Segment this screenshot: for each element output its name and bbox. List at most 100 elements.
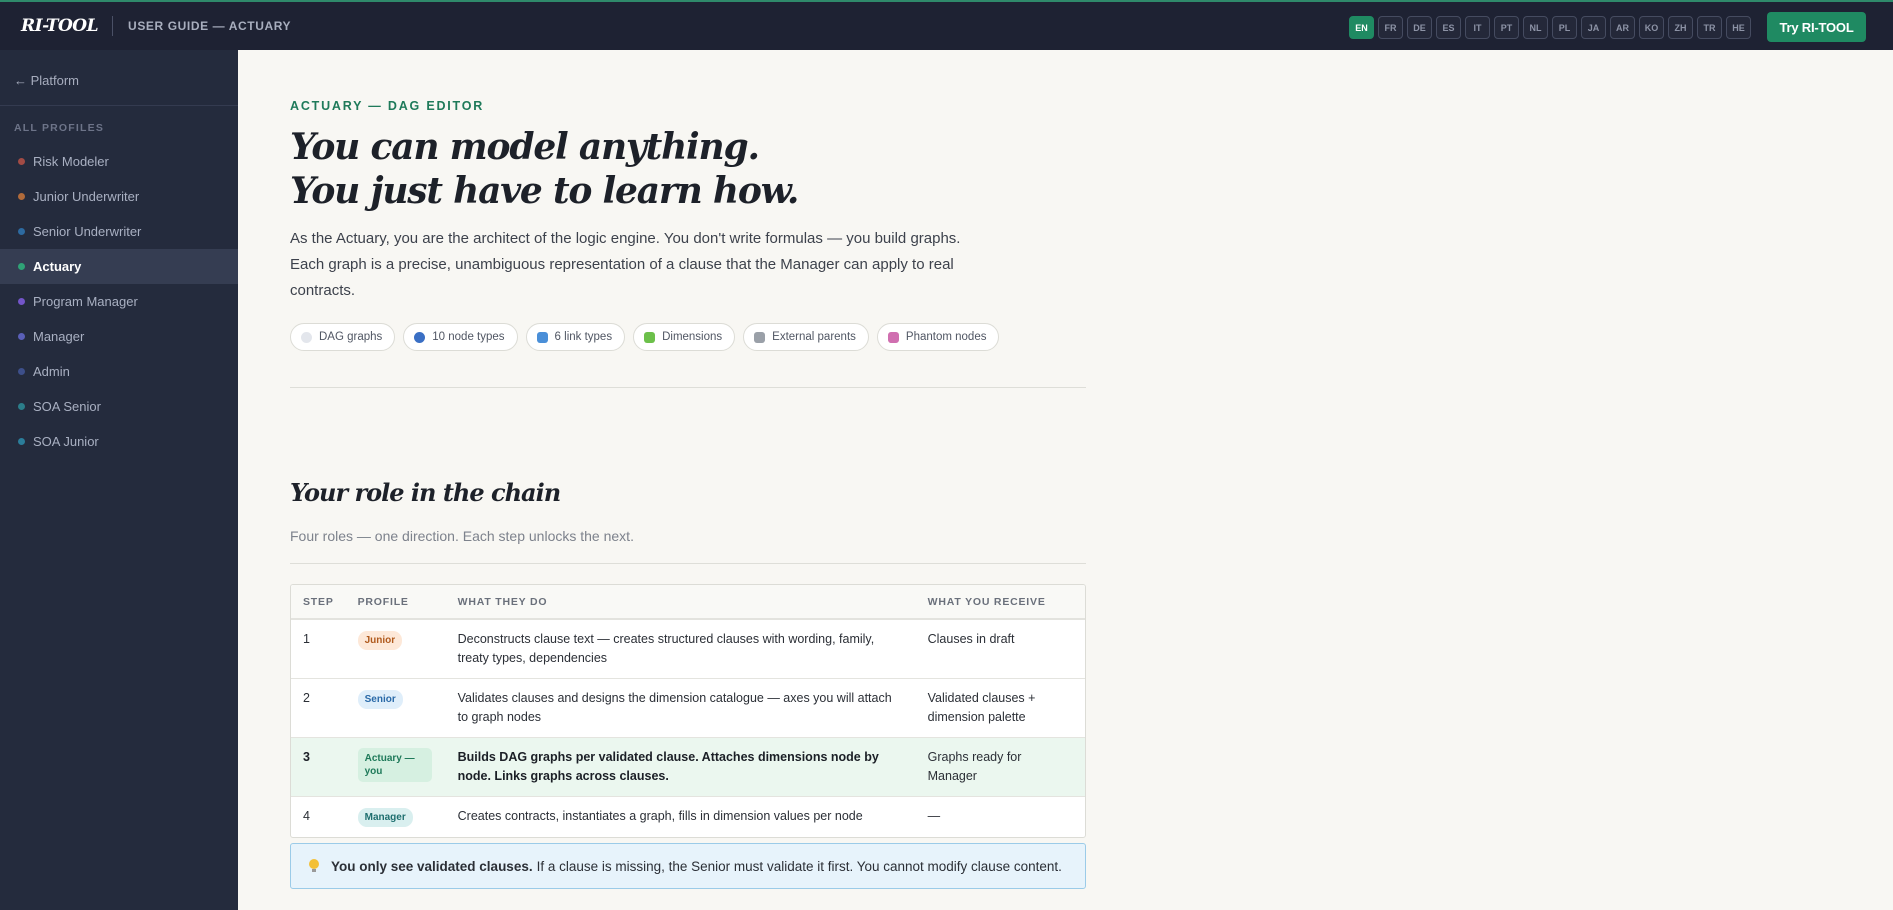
language-button-tr[interactable]: TR — [1697, 16, 1722, 39]
callout-text: If a clause is missing, the Senior must … — [536, 858, 1062, 874]
table-row: 3 Actuary — you Builds DAG graphs per vali… — [291, 737, 1085, 797]
profile-dot-icon — [18, 228, 25, 235]
sidebar-item-label: Program Manager — [33, 294, 138, 309]
language-button-he[interactable]: HE — [1726, 16, 1751, 39]
headline-line-1: You can model anything. — [290, 126, 760, 168]
lightbulb-icon — [309, 859, 319, 873]
column-header: STEP — [291, 585, 346, 620]
chip-label: External parents — [772, 331, 856, 343]
role-chain-table: STEP PROFILE WHAT THEY DO WHAT YOU RECEIVE … — [290, 584, 1086, 838]
chip-phantom-nodes[interactable]: Phantom nodes — [876, 323, 1000, 351]
sidebar-item-actuary[interactable]: Actuary — [0, 249, 238, 284]
ghost-icon — [887, 331, 899, 343]
profile-dot-icon — [18, 193, 25, 200]
language-button-ko[interactable]: KO — [1639, 16, 1664, 39]
sidebar-item-soa-senior[interactable]: SOA Senior — [0, 389, 238, 424]
language-button-it[interactable]: IT — [1465, 16, 1490, 39]
chip-dimensions[interactable]: Dimensions — [633, 323, 736, 351]
what-they-do-cell: Validates clauses and designs the dimens… — [445, 678, 916, 738]
table-row: 4 Manager Creates contracts, instantiates … — [291, 797, 1085, 838]
sidebar-item-label: Actuary — [33, 259, 82, 274]
chip-external-parents[interactable]: External parents — [743, 323, 869, 351]
language-button-nl[interactable]: NL — [1523, 16, 1548, 39]
chain-section-subtitle: Four roles — one direction. Each step un… — [290, 528, 634, 544]
section-divider — [290, 563, 1086, 564]
what-you-receive-cell: Validated clauses + dimension palette — [915, 678, 1085, 738]
sidebar-item-label: Manager — [33, 329, 85, 344]
column-header: PROFILE — [345, 585, 446, 620]
chip-label: Dimensions — [662, 331, 723, 343]
guide-title: USER GUIDE — ACTUARY — [128, 19, 292, 33]
intro-paragraph: As the Actuary, you are the architect of… — [290, 230, 961, 299]
profile-cell: Junior — [345, 619, 446, 679]
chain-icon — [754, 331, 766, 343]
language-switcher: EN FR DE ES IT PT NL PL JA AR KO ZH TR HE — [1349, 16, 1751, 39]
profile-badge: Senior — [357, 690, 403, 709]
profile-dot-icon — [18, 263, 25, 270]
sidebar-divider — [0, 105, 238, 106]
step-cell: 3 — [291, 737, 346, 797]
what-you-receive-cell: — — [927, 809, 941, 823]
column-header: WHAT THEY DO — [445, 585, 916, 620]
sidebar: ← Platform ALL PROFILES Risk Modeler Juni… — [0, 50, 238, 910]
chip-dag-graphs[interactable]: DAG graphs — [290, 323, 396, 351]
what-they-do-cell: Builds DAG graphs per validated clause. … — [445, 737, 916, 797]
language-button-pt[interactable]: PT — [1494, 16, 1519, 39]
language-button-fr[interactable]: FR — [1378, 16, 1403, 39]
profile-list: Risk Modeler Junior Underwriter Senior Und… — [0, 144, 238, 459]
table-row: 1 Junior Deconstructs clause text — create… — [291, 619, 1085, 679]
chip-10-node-types[interactable]: 10 node types — [403, 323, 518, 351]
section-divider — [290, 387, 1086, 388]
sidebar-item-risk-modeler[interactable]: Risk Modeler — [0, 144, 238, 179]
sidebar-item-junior-underwriter[interactable]: Junior Underwriter — [0, 179, 238, 214]
graph-icon — [301, 331, 312, 343]
language-button-zh[interactable]: ZH — [1668, 16, 1693, 39]
back-to-platform-link[interactable]: ← Platform — [14, 73, 79, 88]
feature-chips: DAG graphs 10 node types 6 link types Dimen… — [290, 323, 1000, 351]
chain-section-title: Your role in the chain — [290, 478, 561, 507]
brand-divider — [112, 16, 114, 36]
try-ri-tool-button[interactable]: Try RI-TOOL — [1767, 12, 1866, 42]
what-they-do-cell: Deconstructs clause text — creates struc… — [445, 619, 916, 679]
profile-badge: Manager — [357, 808, 413, 827]
info-callout: You only see validated clauses. If a cla… — [290, 843, 1086, 889]
sidebar-section-label: ALL PROFILES — [14, 122, 105, 134]
what-you-receive-cell: Graphs ready for Manager — [915, 737, 1085, 797]
sidebar-item-label: Risk Modeler — [33, 154, 109, 169]
profile-dot-icon — [18, 298, 25, 305]
headline-line-2: You just have to learn how. — [290, 170, 799, 212]
language-button-pl[interactable]: PL — [1552, 16, 1577, 39]
sidebar-item-manager[interactable]: Manager — [0, 319, 238, 354]
puzzle-icon — [644, 331, 656, 343]
sidebar-item-program-manager[interactable]: Program Manager — [0, 284, 238, 319]
node-icon — [414, 331, 426, 343]
sidebar-item-soa-junior[interactable]: SOA Junior — [0, 424, 238, 459]
what-you-receive-cell: Clauses in draft — [915, 619, 1085, 679]
sidebar-item-label: Junior Underwriter — [33, 189, 140, 204]
step-cell: 4 — [303, 809, 310, 823]
language-button-es[interactable]: ES — [1436, 16, 1461, 39]
sidebar-item-label: Admin — [33, 364, 70, 379]
profile-cell: Manager — [346, 797, 446, 838]
step-cell: 2 — [291, 678, 346, 738]
callout-bold-text: You only see validated clauses. — [331, 858, 533, 874]
sidebar-item-label: Senior Underwriter — [33, 224, 142, 239]
language-button-en[interactable]: EN — [1349, 16, 1374, 39]
language-button-ar[interactable]: AR — [1610, 16, 1635, 39]
profile-badge: Junior — [357, 631, 403, 650]
table-header-row: STEP PROFILE WHAT THEY DO WHAT YOU RECEIVE — [291, 585, 1085, 620]
chip-label: 6 link types — [554, 331, 613, 343]
sidebar-item-senior-underwriter[interactable]: Senior Underwriter — [0, 214, 238, 249]
profile-dot-icon — [18, 403, 25, 410]
sidebar-item-admin[interactable]: Admin — [0, 354, 238, 389]
what-they-do-cell: Creates contracts, instantiates a graph,… — [457, 809, 863, 823]
brand-logo[interactable]: RI-TOOL — [21, 16, 99, 36]
profile-dot-icon — [18, 368, 25, 375]
language-button-ja[interactable]: JA — [1581, 16, 1606, 39]
chip-6-link-types[interactable]: 6 link types — [525, 323, 626, 351]
language-button-de[interactable]: DE — [1407, 16, 1432, 39]
chip-label: 10 node types — [432, 331, 505, 343]
column-header: WHAT YOU RECEIVE — [915, 585, 1085, 620]
chip-label: Phantom nodes — [905, 331, 987, 343]
link-arrow-icon — [536, 331, 548, 343]
